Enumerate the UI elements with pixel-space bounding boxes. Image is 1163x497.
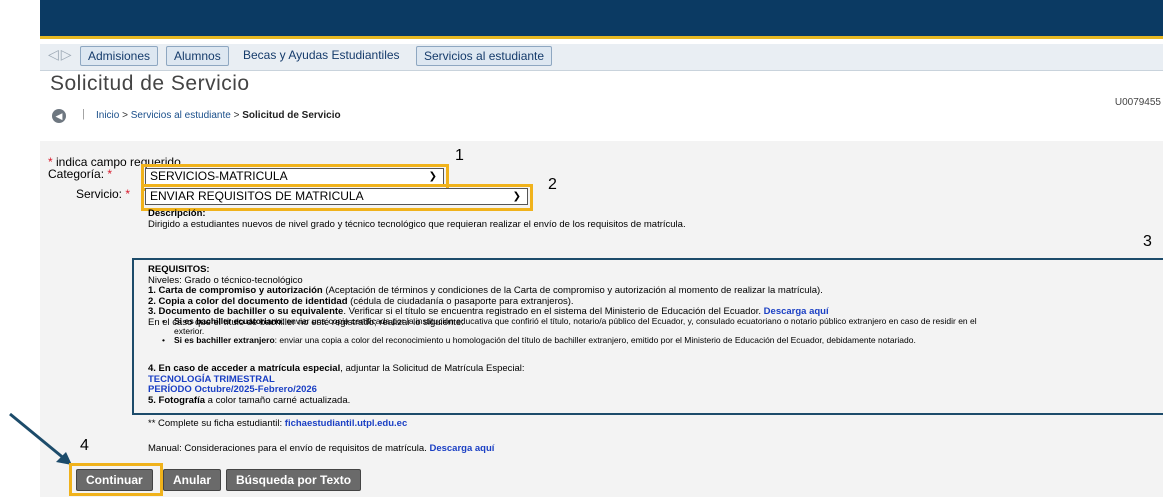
tab-servicios[interactable]: Servicios al estudiante — [416, 46, 553, 66]
category-select-value: SERVICIOS-MATRICULA — [150, 169, 288, 183]
service-label: Servicio: * — [76, 187, 131, 201]
top-banner — [40, 0, 1163, 39]
service-label-text: Servicio: — [76, 187, 123, 201]
annotation-2: 2 — [548, 176, 557, 193]
tab-admisiones[interactable]: Admisiones — [80, 46, 159, 66]
requirement-item-5: 5. Fotografía a color tamaño carné actua… — [148, 394, 351, 406]
service-select[interactable]: ENVIAR REQUISITOS DE MATRICULA ❯ — [145, 188, 528, 205]
breadcrumb-current: Solicitud de Servicio — [242, 110, 341, 121]
annotation-3: 3 — [1143, 233, 1152, 250]
ficha-note: ** Complete su ficha estudiantil: fichae… — [148, 418, 408, 429]
tab-becas[interactable]: Becas y Ayudas Estudiantiles — [236, 46, 407, 64]
breadcrumb-divider: | — [82, 108, 85, 120]
service-select-value: ENVIAR REQUISITOS DE MATRICULA — [150, 189, 364, 203]
cancel-button[interactable]: Anular — [163, 469, 222, 491]
description-text: Dirigido a estudiantes nuevos de nivel g… — [148, 219, 686, 230]
annotation-4: 4 — [80, 437, 89, 454]
breadcrumb: Inicio > Servicios al estudiante > Solic… — [96, 110, 341, 121]
user-id: U0079455 — [1114, 97, 1161, 108]
search-text-button[interactable]: Búsqueda por Texto — [226, 469, 362, 491]
requirements-heading: REQUISITOS: — [148, 264, 210, 275]
bullet-icon: • — [162, 316, 165, 326]
chevron-down-icon: ❯ — [428, 171, 437, 182]
manual-note: Manual: Consideraciones para el envío de… — [148, 443, 495, 454]
page-title: Solicitud de Servicio — [50, 72, 250, 95]
breadcrumb-sep: > — [233, 110, 240, 121]
breadcrumb-sep: > — [122, 110, 128, 121]
continue-button[interactable]: Continuar — [76, 469, 153, 491]
link-periodo[interactable]: PERÍODO Octubre/2025-Febrero/2026 — [148, 384, 317, 395]
back-arrow-icon[interactable]: ◀ — [52, 109, 66, 123]
link-tecnologia-trimestral[interactable]: TECNOLOGÍA TRIMESTRAL — [148, 374, 275, 385]
category-label: Categoría: * — [48, 167, 113, 181]
ficha-link[interactable]: fichaestudiantil.utpl.edu.ec — [285, 418, 407, 429]
category-select[interactable]: SERVICIOS-MATRICULA ❯ — [145, 168, 444, 185]
annotation-1: 1 — [455, 147, 464, 164]
category-label-text: Categoría: — [48, 167, 105, 181]
requirements-content-2: 4. En caso de acceder a matrícula especi… — [148, 363, 525, 406]
breadcrumb-section[interactable]: Servicios al estudiante — [131, 110, 231, 121]
bullet-extranjero: • Si es bachiller extranjero: enviar una… — [162, 335, 916, 345]
bullet-icon: • — [162, 335, 165, 345]
chevron-down-icon: ❯ — [512, 191, 521, 202]
manual-download-link[interactable]: Descarga aquí — [429, 443, 494, 454]
tab-alumnos[interactable]: Alumnos — [166, 46, 229, 66]
description-label: Descripción: — [148, 208, 206, 219]
tab-scroll-arrows-icon[interactable]: ◁▷ — [48, 46, 74, 63]
breadcrumb-home[interactable]: Inicio — [96, 110, 119, 121]
bullet-list: • Si es bachiller ecuatoriano: enviar un… — [160, 316, 1160, 346]
bullet-ecuatoriano: • Si es bachiller ecuatoriano: enviar un… — [162, 316, 977, 336]
pointer-arrow-icon — [9, 412, 72, 465]
